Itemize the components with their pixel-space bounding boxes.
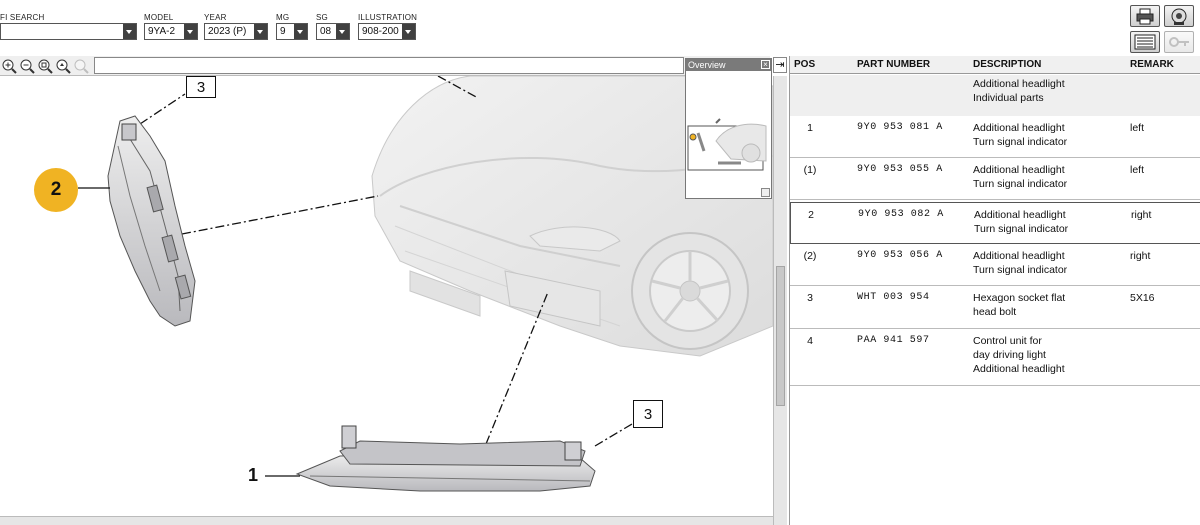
list-view-button[interactable] (1130, 31, 1160, 53)
zoom-fit-icon[interactable] (37, 58, 53, 74)
fi-search-field: FI SEARCH (0, 12, 137, 40)
printer-icon (1136, 8, 1154, 25)
illustration-label: ILLUSTRATION (358, 13, 418, 22)
col-part-number[interactable]: PART NUMBER (857, 59, 930, 70)
key-button[interactable] (1164, 31, 1194, 53)
table-header: POS PART NUMBER DESCRIPTION REMARK (790, 56, 1200, 74)
sg-label: SG (316, 13, 328, 22)
group-row: Additional headlight Individual parts (790, 75, 1200, 116)
model-value: 9YA-2 (148, 26, 176, 37)
zoom-reset-icon[interactable] (73, 58, 89, 74)
mg-field: MG 9 (276, 12, 308, 40)
zoom-toolbar (0, 56, 770, 76)
illustration-field: ILLUSTRATION 908-200 (358, 12, 417, 40)
scroll-thumb[interactable] (776, 266, 785, 406)
col-remark[interactable]: REMARK (1130, 59, 1174, 70)
chevron-down-icon[interactable] (123, 24, 136, 39)
table-row[interactable]: (1) 9Y0 953 055 A Additional headlight Tu… (790, 158, 1200, 200)
illustration-select[interactable]: 908-200 (358, 23, 416, 40)
key-icon (1169, 37, 1189, 47)
fi-search-label: FI SEARCH (0, 13, 45, 22)
overview-thumbnail (687, 118, 767, 171)
table-row[interactable]: (2) 9Y0 953 056 A Additional headlight Tu… (790, 244, 1200, 286)
illustration-value: 908-200 (362, 26, 399, 37)
callout-3-lower[interactable]: 3 (633, 400, 663, 428)
overview-title: Overview (688, 60, 726, 70)
part-1-headlight-lower[interactable] (295, 425, 596, 492)
model-field: MODEL 9YA-2 (144, 12, 198, 40)
model-label: MODEL (144, 13, 174, 22)
chevron-down-icon[interactable] (294, 24, 307, 39)
vertical-scrollbar[interactable] (773, 76, 787, 525)
filter-bar: FI SEARCH MODEL 9YA-2 YEAR 2023 (P) MG 9… (0, 0, 1200, 56)
group-description: Additional headlight Individual parts (973, 78, 1065, 104)
headset-icon (1171, 8, 1187, 25)
fi-search-select[interactable] (0, 23, 137, 40)
year-value: 2023 (P) (208, 26, 247, 37)
callout-1[interactable]: 1 (244, 464, 262, 486)
sg-field: SG 08 (316, 12, 350, 40)
callout-3-top[interactable]: 3 (186, 76, 216, 98)
col-pos[interactable]: POS (794, 59, 815, 70)
model-select[interactable]: 9YA-2 (144, 23, 198, 40)
print-button[interactable] (1130, 5, 1160, 27)
sg-value: 08 (320, 26, 332, 37)
table-row-selected[interactable]: 2 9Y0 953 082 A Additional headlight Turn… (790, 202, 1200, 244)
mg-select[interactable]: 9 (276, 23, 308, 40)
assistant-button[interactable] (1164, 5, 1194, 27)
year-label: YEAR (204, 13, 227, 22)
close-icon[interactable]: × (761, 60, 770, 69)
sg-select[interactable]: 08 (316, 23, 350, 40)
expand-arrow-icon[interactable]: ⇥ (773, 57, 787, 73)
overview-title-bar: Overview × (686, 59, 771, 71)
table-row[interactable]: 3 WHT 003 954 Hexagon socket flat head bo… (790, 286, 1200, 329)
part-2-headlight-left[interactable] (107, 115, 196, 327)
parts-table: POS PART NUMBER DESCRIPTION REMARK Addit… (789, 56, 1200, 525)
table-row[interactable]: 4 PAA 941 597 Control unit for day drivin… (790, 329, 1200, 386)
resize-handle-icon[interactable] (761, 188, 770, 197)
zoom-in-icon[interactable] (1, 58, 17, 74)
chevron-down-icon[interactable] (254, 24, 267, 39)
horizontal-scrollbar[interactable] (0, 516, 773, 525)
zoom-level-field[interactable] (94, 57, 684, 74)
table-row[interactable]: 1 9Y0 953 081 A Additional headlight Turn… (790, 116, 1200, 158)
chevron-down-icon[interactable] (184, 24, 197, 39)
illustration-canvas[interactable]: 3 2 3 1 (0, 76, 773, 516)
mg-value: 9 (280, 26, 286, 37)
callout-2-highlight[interactable]: 2 (34, 168, 78, 212)
chevron-down-icon[interactable] (336, 24, 349, 39)
zoom-hand-icon[interactable] (55, 58, 71, 74)
parts-illustration (78, 76, 773, 492)
col-description[interactable]: DESCRIPTION (973, 59, 1041, 70)
overview-panel[interactable]: Overview × (685, 58, 772, 199)
chevron-down-icon[interactable] (402, 24, 415, 39)
mg-label: MG (276, 13, 290, 22)
list-icon (1134, 34, 1156, 50)
year-field: YEAR 2023 (P) (204, 12, 268, 40)
year-select[interactable]: 2023 (P) (204, 23, 268, 40)
zoom-out-icon[interactable] (19, 58, 35, 74)
